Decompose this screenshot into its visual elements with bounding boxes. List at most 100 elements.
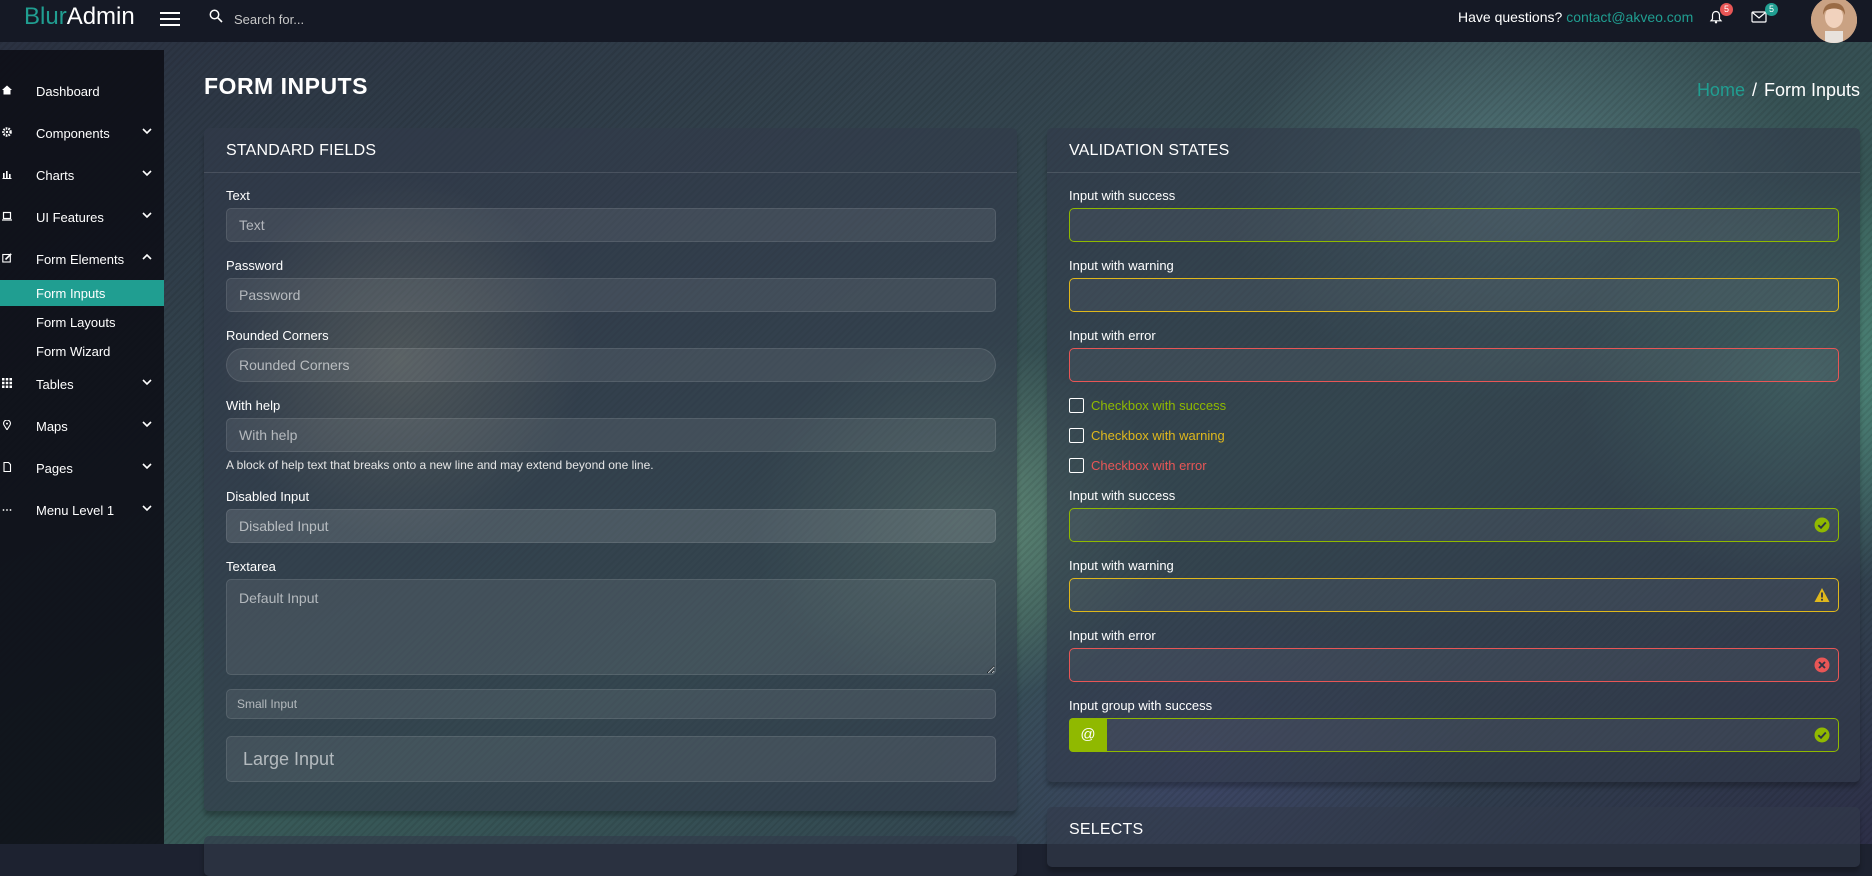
warning-icon-input[interactable] [1069,578,1839,612]
textarea-label: Textarea [226,559,276,574]
error-input[interactable] [1069,348,1839,382]
large-input[interactable] [226,736,996,782]
sidebar-subitem-form-inputs[interactable]: Form Inputs [0,280,164,306]
contact-info: Have questions? contact@akveo.com [1458,9,1693,25]
validation-states-panel: VALIDATION STATES Input with success Inp… [1047,128,1860,782]
rounded-corners-label: Rounded Corners [226,328,329,343]
file-icon [3,462,12,472]
panel-title: STANDARD FIELDS [226,142,377,159]
close-circle-icon [1814,657,1830,673]
breadcrumb: Home / Form Inputs [1697,80,1860,101]
sidebar-item-menu-level-1[interactable]: Menu Level 1 [0,495,164,525]
sidebar-item-form-elements[interactable]: Form Elements [0,244,164,274]
panel-header: VALIDATION STATES [1047,128,1860,173]
contact-email-link[interactable]: contact@akveo.com [1566,9,1693,25]
success-icon-label: Input with success [1069,488,1176,503]
text-input[interactable] [226,208,996,242]
panel-title: SELECTS [1069,821,1144,838]
sidebar-item-maps[interactable]: Maps [0,411,164,441]
breadcrumb-current: Form Inputs [1763,80,1860,100]
with-help-label: With help [226,398,281,413]
sidebar-item-label: Maps [36,419,68,434]
sidebar-item-ui-features[interactable]: UI Features [0,202,164,232]
rounded-corners-input[interactable] [226,348,996,382]
notifications-badge: 5 [1720,3,1733,16]
sidebar-subitem-form-layouts[interactable]: Form Layouts [0,309,164,335]
help-text: A block of help text that breaks onto a … [226,458,654,472]
breadcrumb-separator: / [1751,80,1757,100]
more-icon [2,509,12,511]
avatar[interactable] [1811,0,1857,43]
group-success-label: Input group with success [1069,698,1213,713]
questions-text: Have questions? [1458,9,1563,25]
sidebar-subitem-label: Form Layouts [36,315,116,330]
textarea-input[interactable] [226,579,996,675]
warning-label: Input with warning [1069,258,1174,273]
messages-badge: 5 [1765,3,1778,16]
chevron-down-icon [142,212,152,219]
at-addon: @ [1069,718,1107,752]
warning-input[interactable] [1069,278,1839,312]
avatar-image [1811,0,1857,43]
error-icon-input[interactable] [1069,648,1839,682]
sidebar-item-label: Menu Level 1 [36,503,115,518]
next-panel [204,836,1017,876]
sidebar-subitem-form-wizard[interactable]: Form Wizard [0,338,164,364]
checkbox-error-label: Checkbox with error [1091,458,1207,473]
sidebar-item-components[interactable]: Components [0,118,164,148]
search-input[interactable] [232,9,456,29]
sidebar-item-label: UI Features [36,210,104,225]
check-circle-icon [1814,517,1830,533]
panel-title: VALIDATION STATES [1069,142,1230,159]
standard-fields-panel: STANDARD FIELDS Text Password Rounded Co… [204,128,1017,811]
gear-icon [2,127,12,137]
logo-blur: Blur [24,3,67,30]
panel-header: STANDARD FIELDS [204,128,1017,173]
warning-triangle-icon [1814,588,1830,602]
checkbox-success-label: Checkbox with success [1091,398,1227,413]
group-success-input[interactable] [1069,718,1839,752]
checkbox-square [1069,458,1084,473]
error-icon-label: Input with error [1069,628,1156,643]
app-logo[interactable]: BlurAdmin [24,3,135,31]
bar-chart-icon [2,171,12,179]
password-input[interactable] [226,278,996,312]
sidebar-item-label: Charts [36,168,75,183]
chevron-down-icon [142,505,152,512]
password-label: Password [226,258,284,273]
check-circle-icon [1814,727,1830,743]
sidebar-item-label: Components [36,126,110,141]
home-icon [2,85,12,95]
chevron-down-icon [142,379,152,386]
with-help-input[interactable] [226,418,996,452]
sidebar-item-label: Form Elements [36,252,125,267]
success-icon-input[interactable] [1069,508,1839,542]
sidebar-item-dashboard[interactable]: Dashboard [0,76,164,106]
text-label: Text [226,188,250,203]
page-title: FORM INPUTS [204,73,368,99]
chevron-down-icon [142,421,152,428]
menu-toggle-icon[interactable] [160,8,180,28]
breadcrumb-home-link[interactable]: Home [1697,80,1745,100]
success-label: Input with success [1069,188,1176,203]
warning-icon-label: Input with warning [1069,558,1174,573]
sidebar-item-charts[interactable]: Charts [0,160,164,190]
input-group-success: @ [1069,718,1839,752]
sidebar-item-label: Dashboard [36,84,100,99]
logo-admin: Admin [66,3,135,30]
top-bar: BlurAdmin Have questions? contact@akveo.… [0,0,1872,43]
sidebar-item-tables[interactable]: Tables [0,369,164,399]
error-label: Input with error [1069,328,1156,343]
success-input[interactable] [1069,208,1839,242]
sidebar-item-pages[interactable]: Pages [0,453,164,483]
sidebar-item-label: Tables [36,377,74,392]
chevron-down-icon [142,170,152,177]
checkbox-warning-label: Checkbox with warning [1091,428,1225,443]
edit-icon [2,253,12,263]
chevron-down-icon [142,128,152,135]
small-input[interactable] [226,689,996,719]
sidebar-item-label: Pages [36,461,73,476]
disabled-input [226,509,996,543]
checkbox-square [1069,398,1084,413]
laptop-icon [2,211,12,221]
